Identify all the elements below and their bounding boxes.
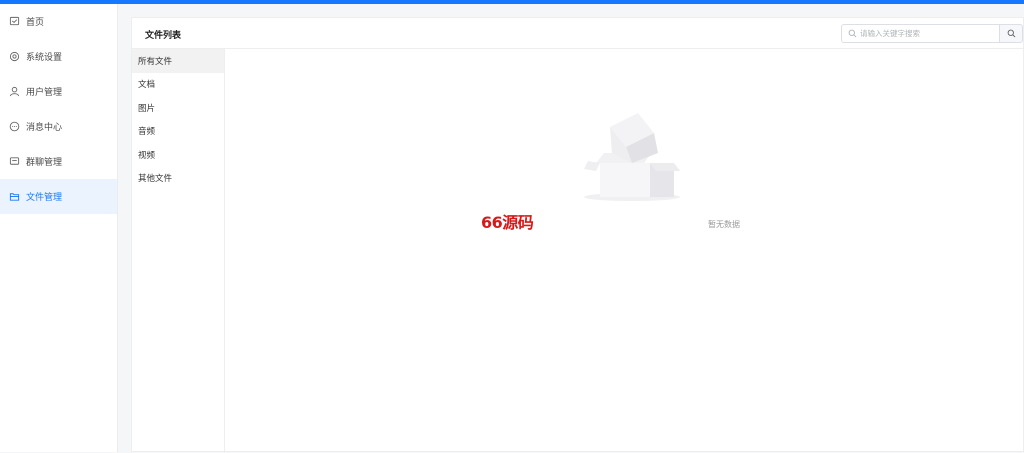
category-audio[interactable]: 音频 xyxy=(132,120,224,144)
gear-icon xyxy=(9,51,20,62)
category-all-files[interactable]: 所有文件 xyxy=(132,49,224,73)
search-box[interactable] xyxy=(841,24,999,43)
sidebar-item-label: 首页 xyxy=(26,18,45,28)
category-list: 所有文件 文档 图片 音频 视频 其他文件 xyxy=(132,49,225,453)
chat-icon xyxy=(9,156,20,167)
sidebar-item-label: 用户管理 xyxy=(26,88,63,98)
sidebar-item-messages[interactable]: 消息中心 xyxy=(0,109,117,144)
category-other-files[interactable]: 其他文件 xyxy=(132,167,224,191)
file-list-panel: 文件列表 所有文件 文档 图片 音频 视频 其他文件 暂无数据 xyxy=(131,17,1024,453)
sidebar-item-group-chat[interactable]: 群聊管理 xyxy=(0,144,117,179)
page-title: 文件列表 xyxy=(145,31,182,41)
sidebar-item-label: 消息中心 xyxy=(26,123,63,133)
category-images[interactable]: 图片 xyxy=(132,96,224,120)
home-icon xyxy=(9,16,20,27)
search-icon xyxy=(848,29,857,38)
sidebar: 首页 系统设置 用户管理 消息中心 群聊管理 文件管理 xyxy=(0,4,118,452)
category-video[interactable]: 视频 xyxy=(132,143,224,167)
search-input[interactable] xyxy=(860,29,990,38)
panel-header: 文件列表 xyxy=(132,18,1024,49)
empty-box-illustration xyxy=(584,113,680,201)
search-icon xyxy=(1007,29,1015,38)
empty-state-text: 暂无数据 xyxy=(708,220,740,229)
sidebar-item-users[interactable]: 用户管理 xyxy=(0,74,117,109)
sidebar-item-home[interactable]: 首页 xyxy=(0,4,117,39)
search-button[interactable] xyxy=(999,24,1023,43)
top-accent-bar xyxy=(0,0,1024,4)
sidebar-item-files[interactable]: 文件管理 xyxy=(0,179,117,214)
sidebar-item-label: 文件管理 xyxy=(26,193,63,203)
message-icon xyxy=(9,121,20,132)
watermark-text: 66源码 xyxy=(481,213,534,232)
user-icon xyxy=(9,86,20,97)
folder-icon xyxy=(9,191,20,202)
sidebar-item-label: 群聊管理 xyxy=(26,158,63,168)
sidebar-item-label: 系统设置 xyxy=(26,53,63,63)
file-content-area: 暂无数据 xyxy=(225,49,1024,453)
category-documents[interactable]: 文档 xyxy=(132,73,224,97)
sidebar-item-settings[interactable]: 系统设置 xyxy=(0,39,117,74)
